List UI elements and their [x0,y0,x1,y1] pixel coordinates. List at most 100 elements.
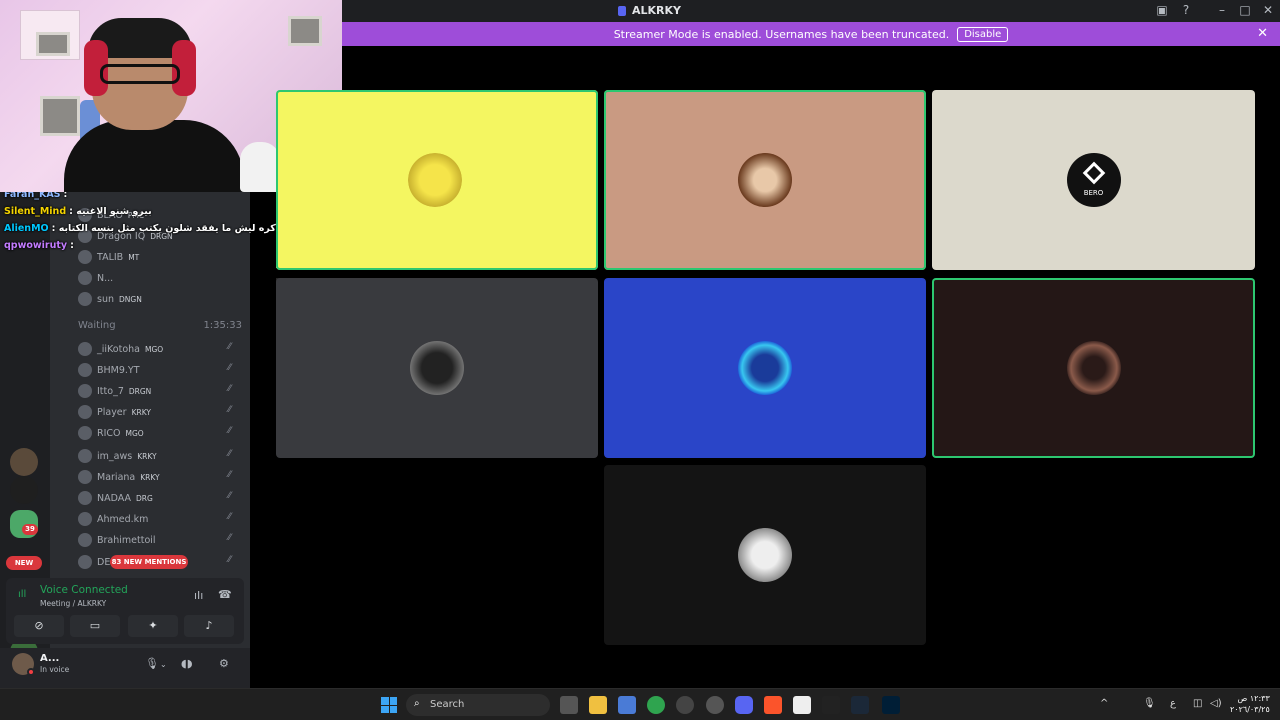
deafened-icon: ⁄⁄ [228,426,232,436]
headphones-icon[interactable]: ◖◗ [181,657,193,670]
task-view-icon[interactable] [560,696,578,714]
voice-member[interactable]: im_aws KRKY ⁄⁄ [78,449,231,463]
voice-channel-name[interactable]: Meeting / ALKRKY [40,599,106,608]
participant-tile-man-portrait[interactable] [604,90,926,270]
participant-tile-dark-mask[interactable] [932,278,1255,458]
noise-suppression-icon[interactable]: ıIı [194,589,203,602]
member-name: TALIB [97,251,124,263]
deafened-icon: ⁄⁄ [228,449,232,459]
disable-streamer-mode-button[interactable]: Disable [957,26,1009,42]
tray-mic-icon[interactable]: 🎙 [1143,698,1156,709]
avatar [78,555,92,569]
disconnect-icon[interactable]: ☎ [218,588,232,601]
help-icon[interactable]: ? [1178,3,1194,17]
capcut-icon[interactable] [822,696,840,714]
taskbar-search-label: Search [430,699,465,710]
avatar [78,271,92,285]
taskbar-search[interactable]: ⌕ Search [406,694,550,716]
volume-icon[interactable]: ◁) [1210,698,1222,709]
soundboard-button[interactable]: ♪ [184,615,234,637]
search-icon: ⌕ [414,698,420,709]
avatar [78,405,92,419]
taskbar-clock[interactable]: ١٢:٣٣ ص ٢٠٢٦/٠٣/٢٥ [1230,693,1270,715]
close-banner-icon[interactable]: ✕ [1257,26,1268,41]
keyboard-language[interactable]: ع [1170,698,1176,709]
steam-store-icon[interactable] [851,696,869,714]
deafened-icon: ⁄⁄ [228,405,232,415]
chevron-down-icon[interactable]: ⌄ [160,660,167,669]
server-icon[interactable] [10,448,38,476]
voice-member[interactable]: _iiKotoha MGO ⁄⁄ [78,342,231,356]
screen-share-button[interactable]: ▭ [70,615,120,637]
chrome-icon[interactable] [647,696,665,714]
member-name: _iiKotoha [97,343,140,355]
participant-avatar [410,341,464,395]
chat-username: qpwowiruty [4,240,68,251]
streamer-body [64,120,244,192]
voice-member[interactable]: RICO MGO ⁄⁄ [78,426,231,440]
member-name: sun [97,293,114,305]
app-icon[interactable] [793,696,811,714]
brave-icon[interactable] [764,696,782,714]
discord-icon[interactable] [735,696,753,714]
voice-member[interactable]: Itto_7 DRGN ⁄⁄ [78,384,231,398]
steam-icon[interactable] [706,696,724,714]
waiting-label: Waiting [78,320,116,331]
voice-member[interactable]: BHM9.YT ⁄⁄ [78,363,231,377]
clan-tag: DNGN [119,294,142,304]
deafened-icon: ⁄⁄ [228,342,232,352]
app-icon[interactable] [676,696,694,714]
voice-member[interactable]: sun DNGN [78,292,142,306]
photoshop-icon[interactable] [882,696,900,714]
member-name: RICO [97,427,121,439]
camera-off-button[interactable]: ⊘ [14,615,64,637]
minimize-button[interactable]: – [1214,3,1230,17]
user-area: A... In voice 🎙 ⌄ ◖◗ ⚙ [0,648,250,688]
participant-tile-spongebob[interactable] [276,90,598,270]
voice-member[interactable]: TALIB MT [78,250,139,264]
award-plaque [36,32,70,56]
member-name: N... [97,272,114,284]
participant-tile-anime-girl[interactable] [604,465,926,645]
member-name: Brahimettoil [97,534,156,546]
participant-avatar [738,528,792,582]
store-icon[interactable] [618,696,636,714]
avatar [78,292,92,306]
voice-member[interactable]: Mariana KRKY ⁄⁄ [78,470,231,484]
clock-time: ١٢:٣٣ ص [1237,694,1270,703]
voice-member[interactable]: NADAA DRG ⁄⁄ [78,491,231,505]
participant-tile-shadow-figure[interactable] [276,278,598,458]
diamond-logo-icon [1082,161,1105,185]
chat-message: Silent_Mind: بيرو شنو الاغنيه [4,206,152,217]
voice-member[interactable]: Ahmed.km ⁄⁄ [78,512,231,526]
file-explorer-icon[interactable] [589,696,607,714]
avatar-label: BERO [1083,189,1104,197]
inbox-icon[interactable]: ▣ [1154,3,1170,17]
tray-chevron-icon[interactable]: ^ [1100,698,1108,709]
maximize-button[interactable]: □ [1237,3,1253,17]
window-title-text: ALKRKY [632,4,682,17]
discord-window: ALKRKY ▣ ? – □ ✕ Streamer Mode is enable… [0,0,1280,720]
new-mentions-pill[interactable]: 83 NEW MENTIONS [110,555,188,569]
voice-member[interactable]: Brahimettoil ⁄⁄ [78,533,231,547]
close-window-button[interactable]: ✕ [1260,3,1276,17]
server-icon[interactable] [10,476,38,504]
voice-status[interactable]: Voice Connected [40,584,128,596]
voice-connected-panel: ıll Voice Connected Meeting / ALKRKY ıIı… [6,578,244,644]
activities-button[interactable]: ✦ [128,615,178,637]
voice-member[interactable]: N... [78,271,118,285]
new-pill[interactable]: NEW [6,556,42,570]
network-icon[interactable]: ◫ [1193,698,1202,709]
avatar [78,470,92,484]
microphone [240,142,280,192]
participant-tile-anime-boy[interactable] [604,278,926,458]
avatar [78,250,92,264]
settings-gear-icon[interactable]: ⚙ [219,657,229,670]
signal-icon[interactable]: ıll [18,589,26,600]
windows-start-icon[interactable] [381,697,397,713]
user-name[interactable]: A... [40,653,59,664]
microphone-icon[interactable]: 🎙 [145,657,159,670]
voice-member[interactable]: Player KRKY ⁄⁄ [78,405,231,419]
member-name: Itto_7 [97,385,124,397]
participant-tile-bero[interactable]: BERO [932,90,1255,270]
